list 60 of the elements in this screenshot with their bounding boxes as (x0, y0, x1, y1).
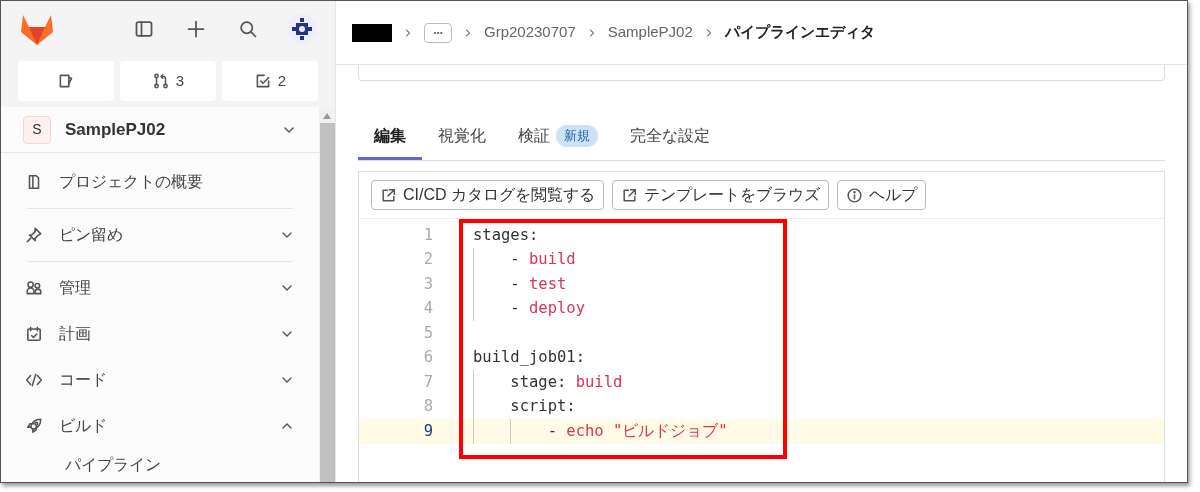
issues-icon (57, 72, 75, 90)
tab[interactable]: 検証 新規 (502, 115, 614, 160)
tab[interactable]: 完全な設定 (614, 115, 726, 160)
tab[interactable]: 編集 (358, 115, 422, 160)
todo-counter-button[interactable]: 2 (222, 61, 318, 101)
calendar-icon (25, 325, 43, 343)
plus-icon[interactable] (186, 19, 206, 39)
search-icon[interactable] (238, 19, 258, 39)
nav-item[interactable]: 管理 (1, 265, 319, 311)
more-button[interactable] (424, 22, 452, 43)
nav-item[interactable]: ビルド (1, 403, 319, 449)
nav-item[interactable]: ピン留め (1, 212, 319, 258)
code-line: - deploy (510, 298, 585, 320)
scroll-up-arrow-icon[interactable] (323, 113, 331, 119)
line-number: 9 (422, 420, 434, 442)
sidebar-toggle-icon[interactable] (134, 19, 154, 39)
toolbar-button[interactable]: テンプレートをブラウズ (612, 180, 829, 210)
line-number: 6 (422, 347, 434, 369)
line-number: 7 (422, 371, 434, 393)
redacted-block (352, 23, 392, 42)
code-line: - test (510, 273, 567, 295)
nav-item[interactable]: 計画 (1, 311, 319, 357)
project-avatar: S (23, 115, 51, 144)
line-number: 8 (422, 396, 434, 418)
breadcrumb-current: パイプラインエディタ (724, 22, 875, 43)
breadcrumb-link[interactable]: SamplePJ02 (607, 21, 693, 44)
nav-item[interactable]: プロジェクトの概要 (1, 159, 319, 205)
merge-request-icon (151, 72, 170, 90)
code-line: build_job01: (473, 347, 585, 369)
project-name: SamplePJ02 (65, 118, 167, 141)
code-line: script: (510, 396, 576, 418)
line-number: 3 (422, 273, 434, 295)
breadcrumb-link[interactable]: Grp20230707 (484, 21, 576, 44)
code-line: stages: (473, 224, 539, 246)
users-icon (25, 279, 43, 297)
nav-item[interactable]: コード (1, 357, 319, 403)
code-icon (25, 371, 43, 389)
toolbar-button[interactable]: ヘルプ (837, 180, 926, 210)
code-line: stage: build (510, 371, 623, 393)
toolbar-button[interactable]: CI/CD カタログを閲覧する (371, 180, 604, 210)
rocket-icon (25, 417, 43, 435)
avatar[interactable] (287, 14, 317, 44)
code-line: - build (510, 249, 576, 271)
project-switcher[interactable]: S SamplePJ02 (1, 107, 319, 153)
line-number: 4 (422, 298, 434, 320)
code-line: - echo "ビルドジョブ" (547, 420, 728, 442)
line-number: 5 (422, 322, 434, 344)
merge-counter-button[interactable]: 3 (120, 61, 216, 101)
info-icon (846, 186, 863, 204)
external-link-icon (380, 186, 397, 204)
pin-icon (25, 226, 43, 244)
line-number: 1 (422, 224, 434, 246)
new-badge: 新規 (556, 125, 598, 147)
line-number: 2 (422, 249, 434, 271)
indent-guide (510, 419, 511, 444)
tab[interactable]: 視覚化 (422, 115, 502, 160)
issues-counter-button[interactable] (18, 61, 114, 101)
external-link-icon (621, 186, 638, 204)
scrollbar-thumb[interactable] (319, 123, 335, 482)
nav-subitem[interactable]: パイプライン (1, 449, 319, 477)
